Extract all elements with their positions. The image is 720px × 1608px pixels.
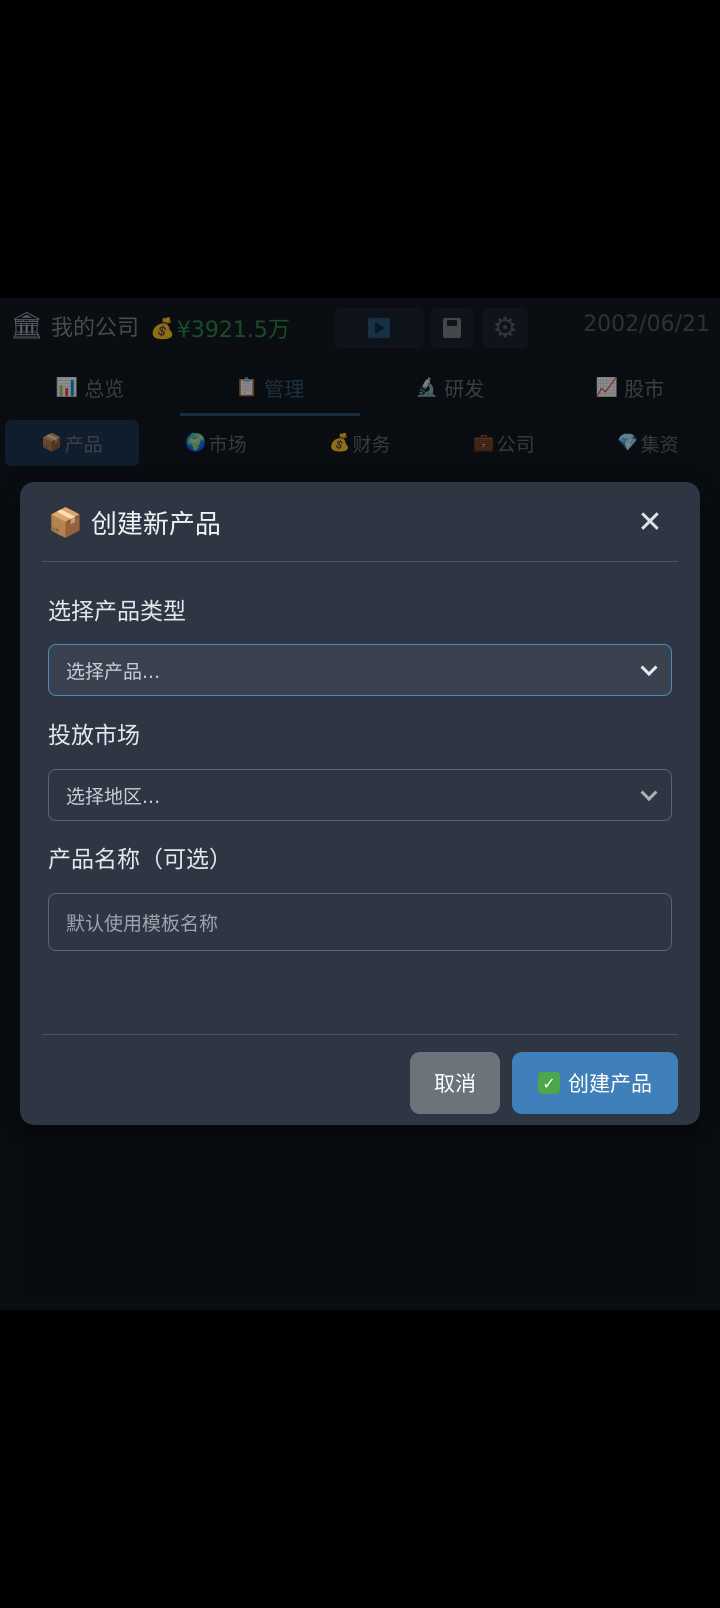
- create-product-button[interactable]: ✓ 创建产品: [512, 1052, 678, 1114]
- dialog-title-text: 创建新产品: [90, 510, 221, 540]
- dialog-title: 📦 创建新产品: [48, 504, 221, 541]
- package-icon: 📦: [48, 506, 83, 539]
- chevron-down-icon: [640, 659, 658, 677]
- market-value: 选择地区...: [66, 785, 161, 808]
- cancel-label: 取消: [434, 1072, 476, 1096]
- product-name-input[interactable]: 默认使用模板名称: [48, 893, 672, 951]
- dialog-header: 📦 创建新产品 ✕: [42, 482, 678, 562]
- screen: 🏛 我的公司 💰 ¥3921.5万 ⚙ 2002/06/21 📊 总览 📋 管理…: [0, 0, 720, 1608]
- footer-divider: [42, 1034, 678, 1035]
- product-type-select[interactable]: 选择产品...: [48, 644, 672, 696]
- cancel-button[interactable]: 取消: [410, 1052, 500, 1114]
- create-label: 创建产品: [568, 1072, 652, 1096]
- product-name-placeholder: 默认使用模板名称: [66, 912, 219, 935]
- create-product-dialog: 📦 创建新产品 ✕ 选择产品类型 选择产品... 投放市场 选择地区... 产品…: [20, 482, 700, 1125]
- market-label: 投放市场: [48, 723, 140, 749]
- close-icon[interactable]: ✕: [630, 502, 670, 542]
- product-type-label: 选择产品类型: [48, 599, 186, 625]
- check-icon: ✓: [538, 1072, 560, 1094]
- product-name-label: 产品名称（可选）: [48, 847, 232, 873]
- chevron-down-icon: [640, 784, 658, 802]
- product-type-value: 选择产品...: [66, 660, 161, 683]
- market-select[interactable]: 选择地区...: [48, 769, 672, 821]
